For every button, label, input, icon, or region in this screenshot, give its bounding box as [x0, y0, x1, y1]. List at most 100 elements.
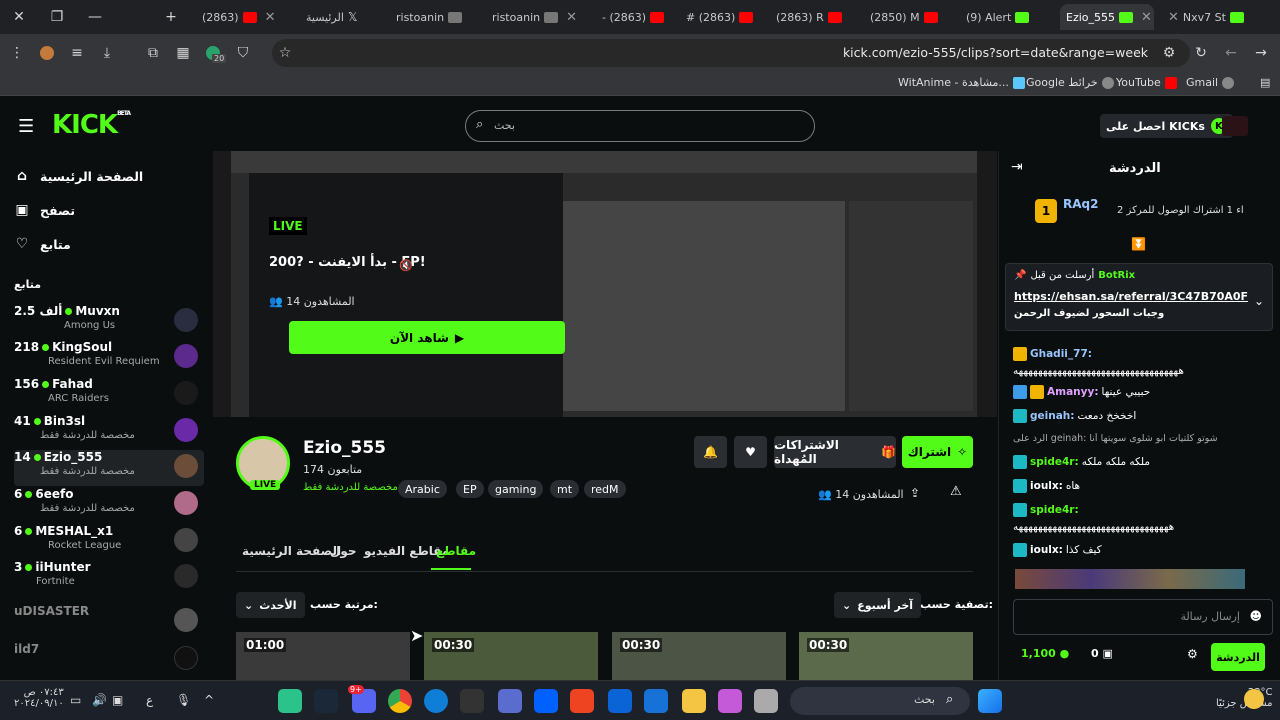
mail-icon[interactable]: [608, 689, 632, 713]
mute-icon[interactable]: 🔇: [399, 259, 413, 272]
browser-tab[interactable]: (2863) ✕: [196, 4, 298, 30]
clip-card[interactable]: 00:30: [799, 632, 973, 680]
reading-list-icon[interactable]: ≡: [66, 42, 88, 64]
subscribe-button[interactable]: اشتراك ✧: [902, 436, 973, 468]
following-item-offline[interactable]: ild7: [14, 642, 204, 678]
browser-tab[interactable]: ristoanin ✕: [486, 4, 592, 30]
bookmark-star-icon[interactable]: ☆: [274, 42, 296, 64]
file-explorer-icon[interactable]: [682, 689, 706, 713]
close-tab-icon[interactable]: ✕: [1168, 10, 1179, 25]
video-player[interactable]: LIVE بدأ الايفنت - ?200 - EP! 🔇 👥 المشاه…: [213, 151, 997, 417]
close-window-icon[interactable]: ✕: [8, 6, 30, 28]
following-item[interactable]: 156 Fahad ARC Raiders: [14, 377, 204, 413]
chat-settings-icon[interactable]: ⚙: [1187, 647, 1198, 661]
bookmark-youtube[interactable]: YouTube: [1116, 76, 1177, 89]
forward-icon[interactable]: ←: [1220, 42, 1242, 64]
kick-logo[interactable]: KICKBETA: [52, 110, 131, 140]
tab-home[interactable]: الصفحة الرئيسية: [242, 544, 341, 558]
clip-card[interactable]: 00:30: [612, 632, 786, 680]
minimize-window-icon[interactable]: —: [84, 6, 106, 28]
language-indicator[interactable]: ع: [146, 693, 153, 707]
emoji-icon[interactable]: ☻: [1249, 609, 1262, 623]
chrome-icon[interactable]: [388, 689, 412, 713]
browser-tab[interactable]: - (2863): [596, 4, 676, 30]
clock[interactable]: ٠٧:٤٣ ص ٢٠٢٤/٠٩/١٠: [14, 687, 64, 709]
battery-icon[interactable]: ▭: [70, 693, 81, 707]
extensions-icon[interactable]: ⧉: [142, 42, 164, 64]
tag-chip[interactable]: gaming: [488, 480, 544, 498]
close-tab-icon[interactable]: ✕: [1141, 10, 1152, 25]
browser-tab-active[interactable]: Ezio_555 ✕: [1060, 4, 1154, 30]
store-icon[interactable]: [644, 689, 668, 713]
app-icon[interactable]: [498, 689, 522, 713]
share-icon[interactable]: ⇪: [910, 486, 920, 500]
gift-count[interactable]: 0 ▣: [1091, 647, 1113, 660]
avatar[interactable]: [1222, 116, 1248, 136]
browser-tab[interactable]: (2863) R: [770, 4, 860, 30]
browser-tab[interactable]: ristoanin: [390, 4, 482, 30]
discord-icon[interactable]: 9+: [348, 685, 376, 713]
bookmark-maps[interactable]: Google خرائط: [1026, 76, 1114, 89]
copilot-icon[interactable]: [718, 689, 742, 713]
all-bookmarks-icon[interactable]: ▤: [1260, 76, 1270, 89]
edge-icon[interactable]: [424, 689, 448, 713]
tag-chip[interactable]: mt: [550, 480, 580, 498]
sort-select[interactable]: ⌄ الأحدث: [236, 592, 305, 618]
tab-clips[interactable]: مقاطع: [436, 544, 476, 558]
send-chat-button[interactable]: الدردشة: [1211, 643, 1265, 671]
chat-input[interactable]: إرسال رسالة ☻: [1013, 599, 1273, 635]
browser-tab[interactable]: ✕ Nxv7 St: [1158, 4, 1254, 30]
extension-counter-icon[interactable]: 20: [202, 42, 227, 64]
tray-chevron-icon[interactable]: ^: [204, 693, 214, 707]
watch-now-button[interactable]: شاهد الآن ▶: [289, 321, 565, 354]
collapse-chat-icon[interactable]: ⇥: [1011, 159, 1023, 175]
tag-chip[interactable]: EP: [456, 480, 484, 498]
following-item[interactable]: 6 MESHAL_x1 Rocket League: [14, 524, 204, 560]
hamburger-menu-icon[interactable]: ☰: [18, 116, 34, 137]
sidebar-item-browse[interactable]: ▣ تصفح: [14, 202, 75, 218]
notification-bell-button[interactable]: 🔔: [694, 436, 727, 468]
clip-card[interactable]: 00:30: [424, 632, 598, 680]
download-icon[interactable]: ⤓: [96, 42, 118, 64]
sidebar-item-following[interactable]: ♡ متابع: [14, 236, 71, 252]
app-icon[interactable]: [754, 689, 778, 713]
filter-select[interactable]: ⌄ آخر أسبوع: [834, 592, 922, 618]
app-icon[interactable]: [278, 689, 302, 713]
extension-icon[interactable]: [36, 42, 58, 64]
following-item[interactable]: 6 6eefo مخصصة للدردشة فقط: [14, 487, 204, 523]
kicks-balance[interactable]: 1,100 ●: [1021, 647, 1069, 660]
app-icon[interactable]: [570, 689, 594, 713]
following-item-offline[interactable]: uDISASTER: [14, 604, 204, 640]
tab-about[interactable]: حول: [330, 544, 357, 558]
address-bar[interactable]: ☆ kick.com/ezio-555/clips?sort=date&rang…: [272, 39, 1190, 67]
pinned-link[interactable]: https://ehsan.sa/referral/3C47B70A0F: [1014, 290, 1248, 303]
taskbar-search[interactable]: بحث ⌕: [790, 687, 970, 715]
sidebar-item-home[interactable]: ⌂ الصفحة الرئيسية: [14, 168, 143, 184]
follow-heart-button[interactable]: ♥: [734, 436, 767, 468]
site-settings-icon[interactable]: ⚙: [1158, 42, 1180, 64]
following-item[interactable]: 3 iiHunter Fortnite: [14, 560, 204, 596]
gift-subs-button[interactable]: الاشتراكات المُهداة 🎁: [774, 436, 896, 468]
steam-icon[interactable]: [314, 689, 338, 713]
expand-icon[interactable]: ⌄: [1254, 294, 1264, 308]
following-item[interactable]: 41 Bin3sl مخصصة للدردشة فقط: [14, 414, 204, 450]
report-warning-icon[interactable]: ⚠: [950, 484, 962, 499]
back-icon[interactable]: →: [1250, 42, 1272, 64]
network-icon[interactable]: ▣: [112, 693, 123, 707]
browser-tab[interactable]: (9) Alert: [960, 4, 1056, 30]
tag-chip[interactable]: redM: [584, 480, 626, 498]
menu-dots-icon[interactable]: ⋮: [6, 42, 28, 64]
browser-tab[interactable]: الرئيسية 𝕏: [300, 4, 388, 30]
extension-icon[interactable]: ▦: [172, 42, 194, 64]
volume-icon[interactable]: 🔊: [92, 693, 107, 707]
close-tab-icon[interactable]: ✕: [265, 10, 276, 25]
search-input[interactable]: ⌕ بحث: [465, 110, 815, 142]
windows-start-icon[interactable]: [978, 689, 1002, 713]
epic-games-icon[interactable]: [460, 689, 484, 713]
get-kicks-button[interactable]: احصل على KICKs K: [1100, 114, 1233, 138]
following-item[interactable]: 218 KingSoul Resident Evil Requiem: [14, 340, 204, 376]
following-item[interactable]: 2.5 ألف Muvxn Among Us: [14, 304, 204, 340]
chevron-down-icon[interactable]: ⏬: [1131, 237, 1146, 251]
restore-window-icon[interactable]: ❐: [46, 6, 68, 28]
bookmark-gmail[interactable]: Gmail: [1186, 76, 1235, 89]
